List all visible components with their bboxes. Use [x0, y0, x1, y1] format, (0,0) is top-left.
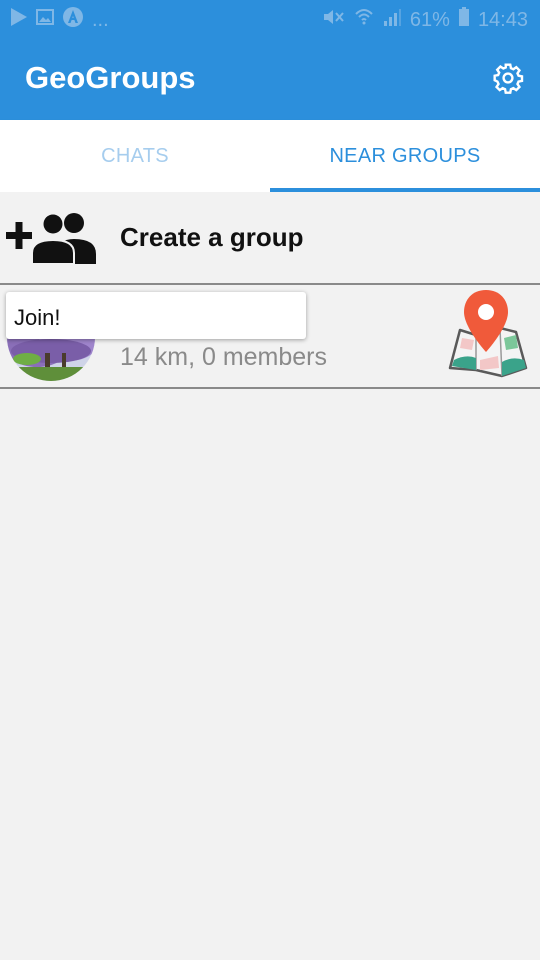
add-group-icon [6, 212, 98, 265]
tab-chats[interactable]: CHATS [0, 120, 270, 192]
angular-icon [62, 6, 84, 33]
battery-icon [458, 7, 470, 33]
divider [0, 387, 540, 389]
mute-icon [322, 7, 346, 33]
app-title: GeoGroups [25, 60, 196, 95]
wifi-icon [354, 7, 374, 33]
status-bar-system: 61% 14:43 [322, 7, 528, 33]
tab-near-groups[interactable]: NEAR GROUPS [270, 120, 540, 192]
play-store-icon [10, 7, 28, 32]
app-bar: GeoGroups [0, 38, 540, 120]
join-button[interactable]: Join! [6, 292, 306, 339]
status-time: 14:43 [477, 8, 528, 31]
signal-icon [382, 7, 402, 33]
gear-icon[interactable] [492, 62, 524, 94]
create-group-row[interactable]: Create a group [0, 192, 540, 284]
battery-percent: 61% [409, 8, 450, 31]
map-pin-icon[interactable] [446, 290, 530, 384]
group-distance-members: 14 km, 0 members [120, 343, 328, 371]
status-bar-notifications: ... [10, 6, 109, 33]
tab-bar: CHATS NEAR GROUPS [0, 120, 540, 192]
image-icon [36, 8, 54, 31]
status-bar: ... 61% 14:43 [0, 0, 540, 38]
create-group-label: Create a group [120, 222, 304, 252]
status-overflow: ... [92, 8, 109, 31]
